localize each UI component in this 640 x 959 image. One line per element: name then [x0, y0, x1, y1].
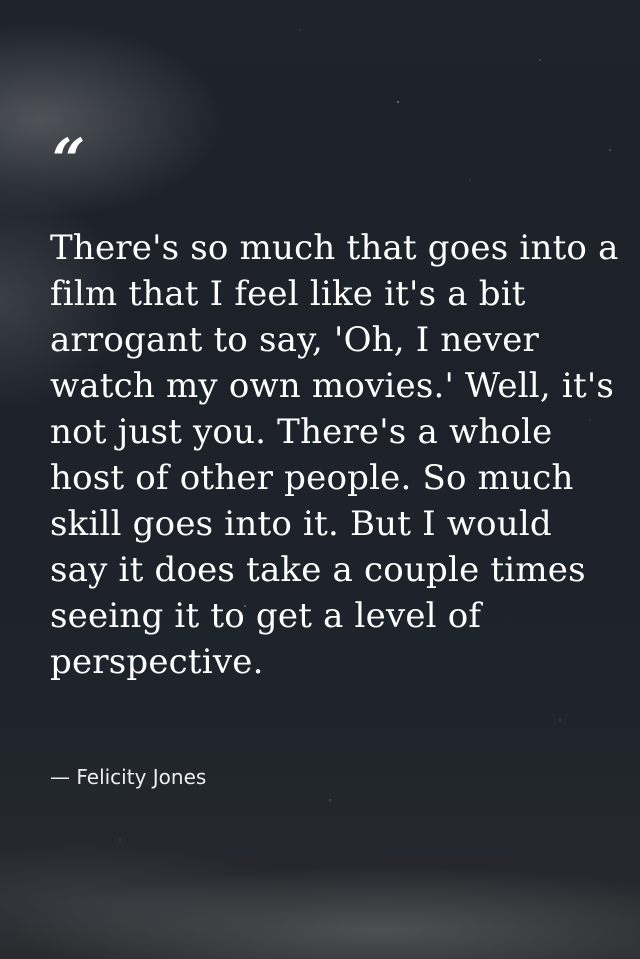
quote-mark-icon: “ [52, 126, 86, 194]
quote-author: — Felicity Jones [50, 765, 207, 789]
quote-text: There's so much that goes into a film th… [50, 228, 619, 682]
quote-card: “ There's so much that goes into a film … [0, 0, 640, 959]
